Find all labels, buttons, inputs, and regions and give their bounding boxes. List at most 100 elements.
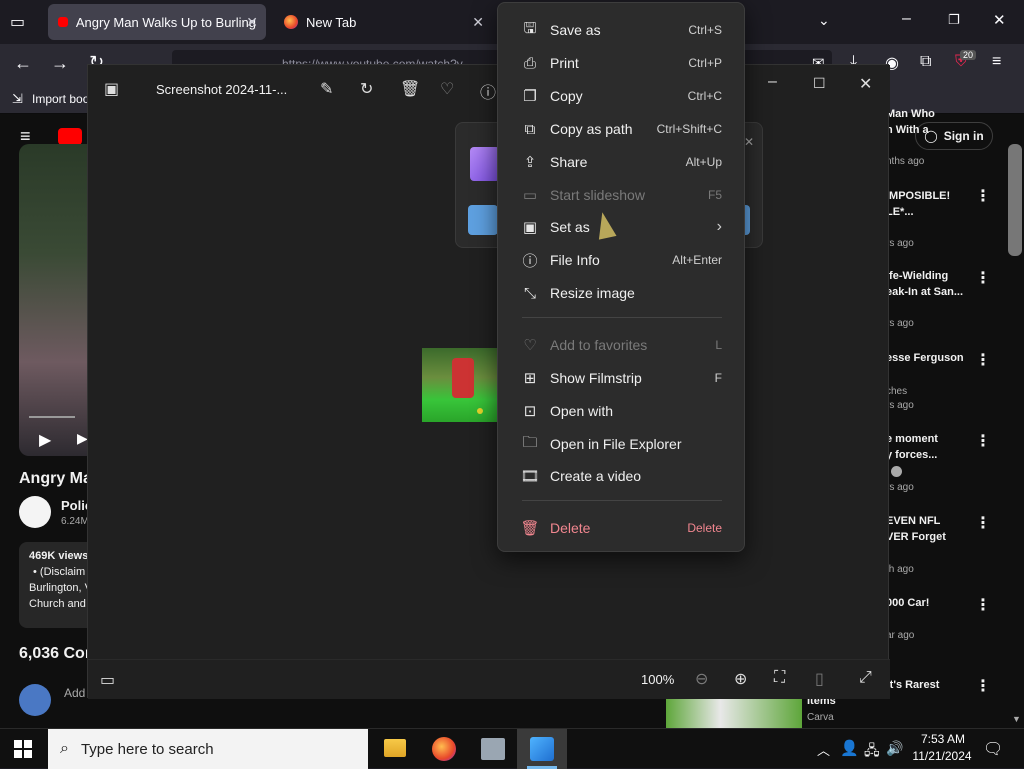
import-bookmarks-link[interactable]: Import boo — [32, 92, 89, 106]
extensions-icon[interactable]: ⧉ — [920, 53, 931, 71]
more-options-icon[interactable]: ⋮ — [975, 350, 991, 370]
maximize-icon[interactable]: ☐ — [813, 75, 826, 92]
rec-title[interactable]: VER Forget — [886, 529, 946, 545]
list-all-tabs-icon[interactable]: ⌄ — [818, 12, 830, 29]
menu-item-open-in-file-explorer[interactable]: 🗀 Open in File Explorer — [498, 429, 746, 459]
delete-icon[interactable]: 🗑 — [400, 79, 420, 99]
channel-avatar[interactable] — [19, 496, 51, 528]
rec-title[interactable]: eak-In at San... — [886, 284, 963, 300]
clock-time[interactable]: 7:53 AM — [914, 732, 972, 746]
photos-taskbar-button[interactable] — [517, 729, 567, 769]
menu-item-show-filmstrip[interactable]: ⊞ Show Filmstrip F — [498, 363, 746, 393]
rec-title[interactable]: EVEN NFL — [886, 513, 940, 529]
firefox-icon[interactable] — [432, 737, 456, 761]
edit-image-icon[interactable]: ✎ — [320, 79, 333, 99]
page-scrollbar-thumb[interactable] — [1008, 144, 1022, 256]
rec-meta: Carva — [807, 712, 834, 723]
clock-date[interactable]: 11/21/2024 — [910, 749, 974, 763]
menu-item-print[interactable]: ⎙ Print Ctrl+P — [498, 48, 746, 78]
play-icon[interactable]: ▶ — [39, 430, 51, 450]
menu-item-file-info[interactable]: ⓘ File Info Alt+Enter — [498, 245, 746, 275]
more-options-icon[interactable]: ⋮ — [975, 513, 991, 533]
zoom-level[interactable]: 100% — [641, 672, 674, 687]
close-window-icon[interactable]: ✕ — [859, 74, 872, 94]
menu-item-create-a-video[interactable]: 🎞 Create a video — [498, 461, 746, 491]
favorite-heart-icon[interactable]: ♡ — [440, 79, 454, 99]
zoom-out-icon[interactable]: ⊖ — [695, 669, 708, 689]
gallery-icon[interactable]: ▣ — [104, 79, 119, 99]
close-tab-icon[interactable]: ✕ — [472, 14, 484, 31]
menu-item-label: Open with — [550, 403, 614, 419]
menu-item-label: Copy — [550, 88, 583, 104]
more-options-icon[interactable]: ⋮ — [975, 676, 991, 696]
menu-item-resize-image[interactable]: ⤡ Resize image — [498, 278, 746, 308]
network-icon[interactable]: 🖧 — [864, 740, 880, 764]
menu-item-start-slideshow[interactable]: ▭ Start slideshow F5 — [498, 180, 746, 210]
fit-to-window-icon[interactable]: ⛶ — [774, 669, 785, 687]
tab-new-tab[interactable]: New Tab ✕ — [274, 4, 492, 40]
rec-title[interactable]: e moment — [886, 431, 938, 447]
rec-title[interactable]: ife-Wielding — [886, 268, 948, 284]
menu-item-add-to-favorites[interactable]: ♡ Add to favorites L — [498, 330, 746, 360]
rec-title[interactable]: n With a — [886, 122, 929, 138]
menu-item-copy-as-path[interactable]: ⧉ Copy as path Ctrl+Shift+C — [498, 114, 746, 144]
volume-icon[interactable]: 🔊 — [886, 740, 903, 757]
more-options-icon[interactable]: ⋮ — [975, 186, 991, 206]
menu-item-share[interactable]: ⇪ Share Alt+Up — [498, 147, 746, 177]
menu-item-shortcut: F5 — [707, 188, 722, 202]
tab-youtube[interactable]: Angry Man Walks Up to Burling ✕ — [48, 4, 266, 40]
taskbar-search-box[interactable]: ⌕ Type here to search — [48, 729, 368, 769]
photos-icon — [530, 737, 554, 761]
more-options-icon[interactable]: ⋮ — [975, 431, 991, 451]
notification-center-icon[interactable]: 🗨 — [983, 739, 1003, 759]
menu-item-shortcut: Alt+Up — [685, 155, 722, 169]
close-tab-icon[interactable]: ✕ — [246, 14, 258, 31]
rec-title[interactable]: 000 Car! — [886, 595, 929, 611]
firefox-favicon-icon — [284, 15, 298, 29]
scroll-down-icon[interactable]: ▼ — [1012, 714, 1021, 724]
tab-list-icon[interactable]: ▭ — [10, 12, 25, 32]
menu-item-open-with[interactable]: ⊡ Open with — [498, 396, 746, 426]
file-info-icon[interactable]: ⓘ — [480, 79, 496, 103]
more-options-icon[interactable]: ⋮ — [975, 268, 991, 288]
app-icon[interactable] — [481, 738, 505, 760]
forward-icon[interactable]: → — [51, 53, 69, 74]
menu-item-copy[interactable]: ❐ Copy Ctrl+C — [498, 81, 746, 111]
fullscreen-icon[interactable]: ⤢ — [859, 669, 872, 687]
minimize-icon[interactable]: – — [902, 10, 911, 28]
back-icon[interactable]: ← — [14, 53, 32, 74]
rec-title[interactable]: y forces... — [886, 447, 937, 463]
menu-item-delete[interactable]: 🗑 Delete Delete — [498, 513, 746, 543]
restore-icon[interactable]: ❐ — [948, 12, 960, 28]
video-progress-bar[interactable] — [29, 416, 75, 418]
add-comment-input[interactable]: Add — [64, 686, 85, 700]
search-icon: ⌕ — [60, 740, 69, 757]
show-hidden-icons-icon[interactable]: ︿ — [817, 740, 830, 759]
people-icon[interactable]: 👤 — [840, 739, 859, 757]
displayed-image[interactable] — [422, 348, 498, 422]
close-window-icon[interactable]: ✕ — [993, 11, 1006, 29]
filmstrip-toggle-icon[interactable]: ▭ — [100, 670, 115, 690]
info-icon: ⓘ — [522, 252, 538, 270]
user-avatar — [19, 684, 51, 716]
sign-in-label: Sign in — [943, 129, 984, 143]
menu-item-shortcut: F — [714, 371, 722, 385]
menu-item-shortcut: Alt+Enter — [672, 253, 722, 267]
rec-thumbnail[interactable] — [666, 698, 802, 728]
rec-title[interactable]: esse Ferguson — [886, 350, 964, 366]
menu-item-save-as[interactable]: 🖫 Save as Ctrl+S — [498, 15, 746, 45]
youtube-logo-icon[interactable] — [58, 128, 82, 145]
rec-title[interactable]: IMPOSIBLE! — [886, 188, 950, 204]
actual-size-icon[interactable]: ▯ — [815, 669, 824, 689]
rec-title[interactable]: Man Who — [886, 106, 935, 122]
rec-title[interactable]: LE*... — [886, 204, 914, 220]
rotate-icon[interactable]: ↻ — [360, 79, 373, 99]
file-explorer-icon[interactable] — [384, 739, 406, 757]
more-options-icon[interactable]: ⋮ — [975, 595, 991, 615]
zoom-in-icon[interactable]: ⊕ — [734, 669, 747, 689]
windows-start-icon[interactable] — [14, 740, 32, 758]
rec-title[interactable]: ft's Rarest — [886, 677, 939, 693]
menu-icon[interactable]: ≡ — [992, 53, 1001, 71]
menu-item-set-as[interactable]: ▣ Set as › — [498, 212, 746, 242]
minimize-icon[interactable]: – — [768, 73, 777, 91]
